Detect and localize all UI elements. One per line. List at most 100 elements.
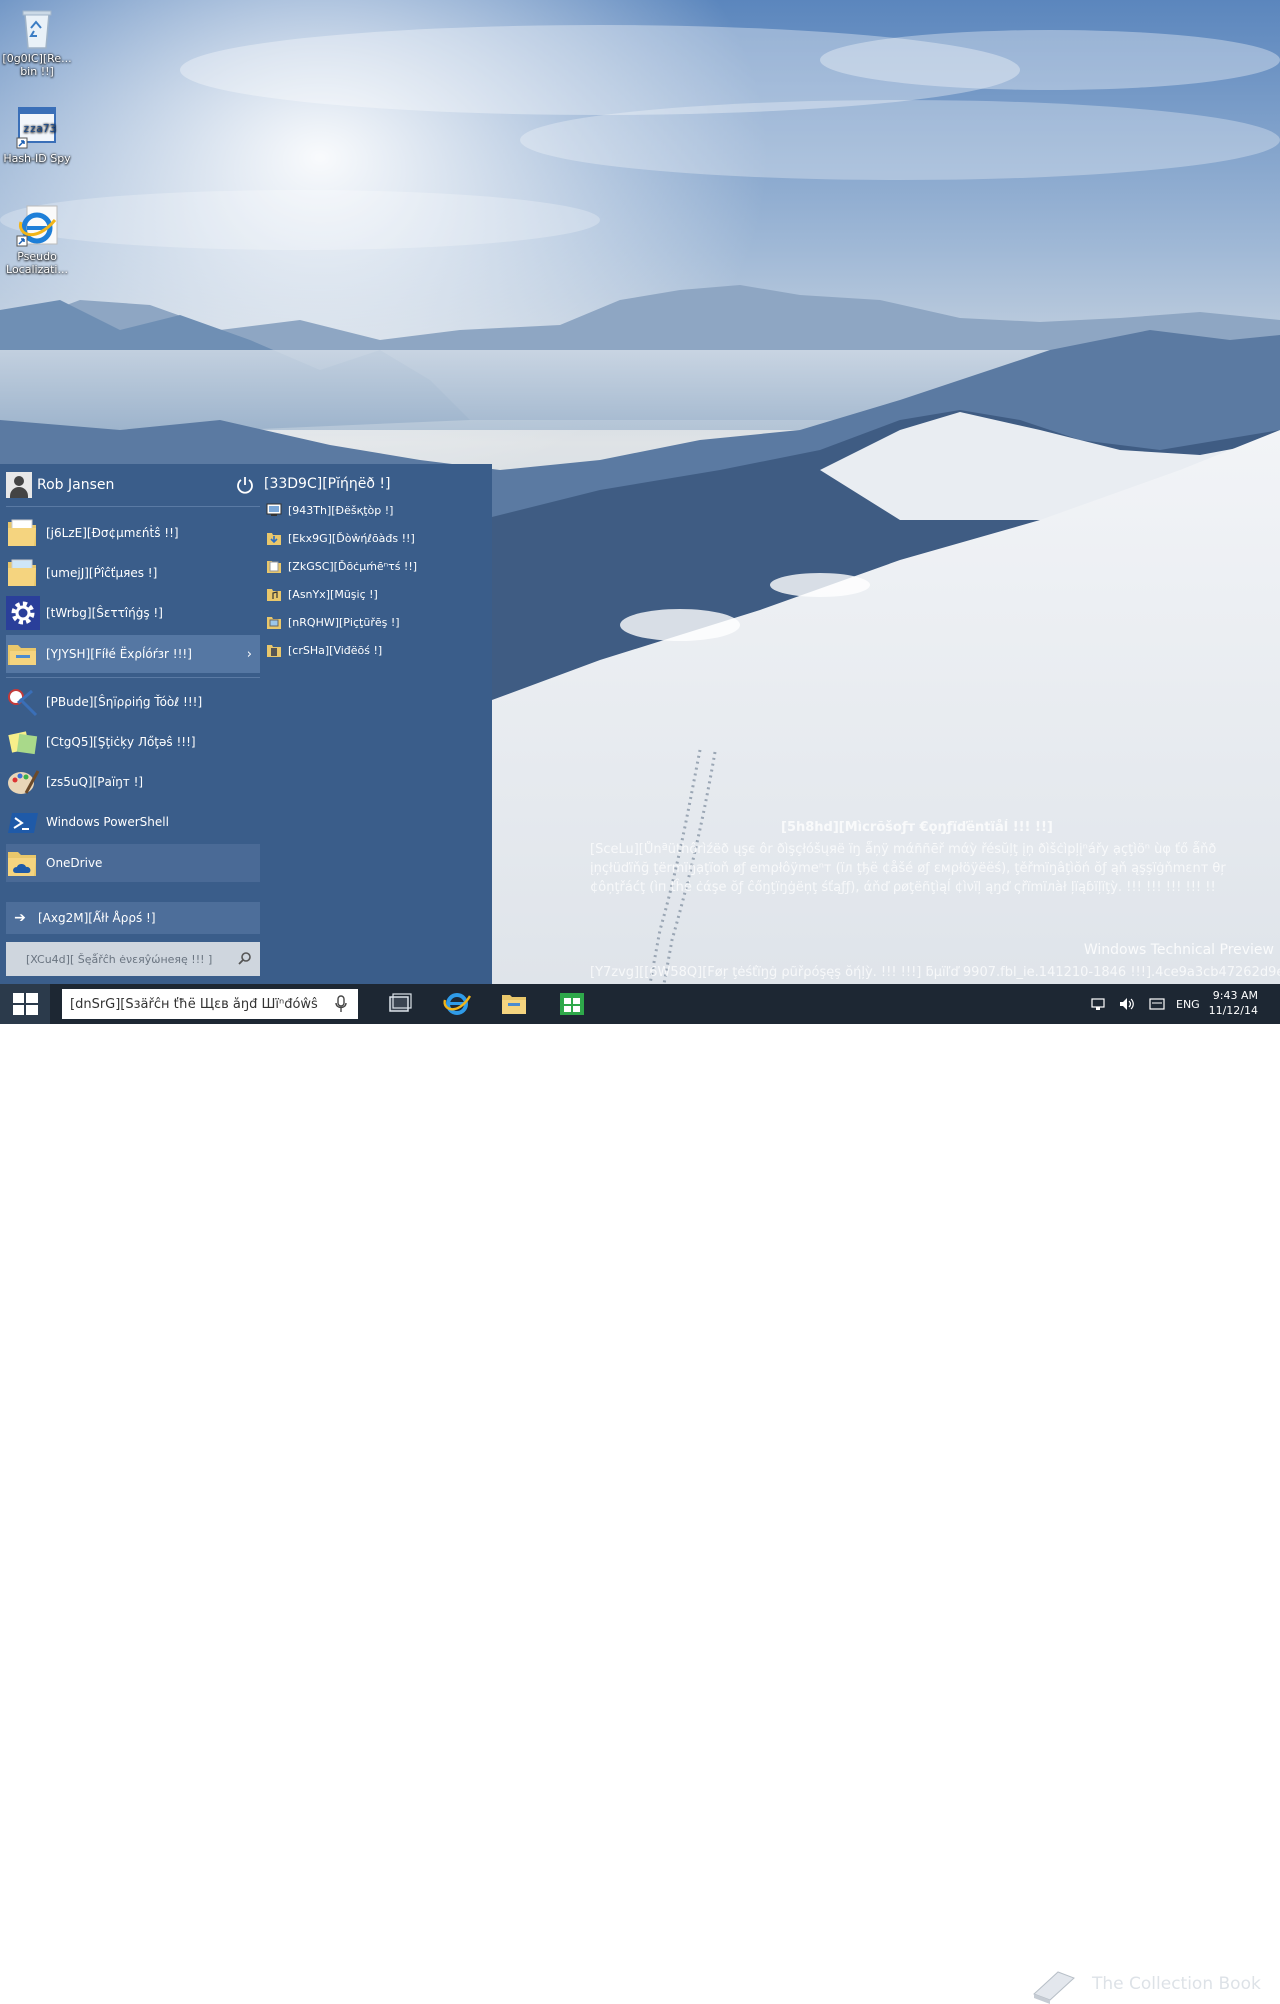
documents-folder-icon [266,558,282,574]
technical-preview-label: Windows Technical Preview [1083,942,1274,958]
pinned-item-videos[interactable]: [crSHa][Viđёōś !] [266,640,382,660]
pinned-item-pictures[interactable]: [nRQHW][Ρiçţũřēş !] [266,612,400,632]
chevron-right-icon[interactable]: › [247,647,252,662]
user-avatar-icon [6,472,32,498]
volume-icon[interactable] [1118,996,1136,1012]
clock-date: 11/12/14 [1208,1004,1258,1017]
desktop-icon [266,502,282,518]
videos-folder-icon [266,642,282,658]
start-item-documents[interactable]: [j6LzE][Ðσ¢μmεńṫŝ !!] [6,514,260,552]
music-folder-icon [266,586,282,602]
start-item-label: [PBude][Ŝηïρρiήg Ťóòℓ !!!] [46,695,203,709]
sticky-notes-icon [6,725,40,759]
pinned-item-label: [ZkGSC][Ďōċμḿēⁿτś !!] [288,559,418,573]
start-item-file-explorer[interactable]: [YJYSH][Fíłé Ëxρĺóŕзr !!!] › [6,635,260,673]
start-item-sticky-notes[interactable]: [CtgQ5][Şţiċķy Лőţəŝ !!!] [6,723,260,761]
snipping-tool-icon [6,685,40,719]
clock-time: 9:43 AM [1212,989,1258,1002]
pinned-item-label: [nRQHW][Ρiçţũřēş !] [288,615,400,629]
system-tray: ENG [1090,984,1200,1024]
start-item-label: [j6LzE][Ðσ¢μmεńṫŝ !!] [46,526,179,540]
pinned-item-desktop[interactable]: [943Th][Ðёšқţòp !] [266,500,393,520]
task-view-button[interactable] [374,984,424,1024]
confidential-notice: [SceLu][Ůnªüthôrìźëð ųşє ôr ðìşçłóšųяë ï… [590,842,1226,895]
taskbar: [dnSrG][Šзäřĉн ťħё Щεв ǻŋđ Шïⁿđóŵŝ The C… [0,984,1280,2004]
pinned-item-documents[interactable]: [ZkGSC][Ďōċμḿēⁿτś !!] [266,556,417,576]
downloads-folder-icon [266,530,282,546]
pictures-folder-icon [6,556,40,590]
settings-gear-icon [6,596,40,630]
start-item-label: [CtgQ5][Şţiċķy Лőţəŝ !!!] [46,735,196,749]
book-logo-icon [1033,1971,1075,2004]
desktop-icon-label: Pseudo Localizati... [6,250,68,276]
user-name: Rob Jansen [37,477,115,493]
power-button[interactable] [236,476,254,494]
start-item-settings[interactable]: [tWrbg][Ŝεττîήġş !] [6,594,260,632]
all-apps-label: [Axg2M][Ǻłŀ Åρρś !] [38,911,156,925]
pinned-item-label: [943Th][Ðёšқţòp !] [288,503,394,517]
powershell-icon [6,805,40,839]
confidential-title: [5h8hd][Mìcrõšoƒт €ǫŋƒïďёntïåĺ !!! !!] [781,820,1053,835]
start-item-label: OneDrive [46,856,103,870]
start-search-input[interactable]: [XCu4d][ Šęǻřĉh ėνεяŷώнеяę !!! ] [6,942,260,976]
pinned-item-music[interactable]: [AsnYx][Mũşiç !] [266,584,378,604]
action-center-icon[interactable] [1148,996,1166,1012]
taskbar-store[interactable] [547,984,597,1024]
desktop-icon-label: [0g0IC][Re... bin !!] [2,52,72,78]
internet-explorer-icon [15,204,59,248]
pinned-item-label: [Ekx9G][Ďòŵήℓōàđs !!] [288,531,415,545]
user-account-button[interactable]: Rob Jansen [6,472,114,498]
taskbar-internet-explorer[interactable] [432,984,482,1024]
pictures-folder-icon [266,614,282,630]
desktop-icon-recycle-bin[interactable]: [0g0IC][Re... bin !!] [1,6,73,78]
start-item-label: [zs5uQ][Ρaïŋт !] [46,775,144,789]
pinned-item-label: [crSHa][Viđёōś !] [288,643,383,657]
taskbar-search-input[interactable]: [dnSrG][Šзäřĉн ťħё Щεв ǻŋđ Шïⁿđóŵŝ [62,989,358,1019]
desktop-icon-label: Hash-ID Spy [3,152,71,165]
taskbar-file-explorer[interactable] [489,984,539,1024]
windows-logo-icon [13,993,38,1015]
file-explorer-icon [502,995,526,1014]
start-item-paint[interactable]: [zs5uQ][Ρaïŋт !] [6,763,260,801]
start-search-placeholder: [XCu4d][ Šęǻřĉh ėνεяŷώнеяę !!! ] [26,952,213,966]
separator [6,506,260,507]
start-item-onedrive[interactable]: OneDrive [6,844,260,882]
paint-icon [6,765,40,799]
start-item-snipping-tool[interactable]: [PBude][Ŝηïρρiήg Ťóòℓ !!!] [6,683,260,721]
svg-text:zza73: zza73 [23,122,56,135]
onedrive-icon [6,846,40,880]
start-item-label: [tWrbg][Ŝεττîήġş !] [46,606,163,620]
start-item-label: [YJYSH][Fíłé Ëxρĺóŕзr !!!] [46,647,192,661]
start-button[interactable] [0,984,50,1024]
overlay-logo-text: The Collection Book [1092,1974,1261,1994]
clock[interactable]: 9:43 AM 11/12/14 [1209,988,1258,1018]
start-item-label: Windows PowerShell [46,815,169,829]
start-menu-left-pane: Rob Jansen [j6LzE][Ðσ¢μmεńṫŝ !!] [umejJ]… [0,464,262,984]
build-string: [Y7zvg][[6W58Q][Føŗ ţėśťïŋġ ρũřρóşęş ŏήļ… [590,965,1280,980]
start-menu-right-pane: [33D9C][Ρĭήηёð !] [943Th][Ðёšқţòp !] [Ek… [262,464,492,984]
task-view-icon [389,993,412,1012]
hash-id-spy-icon: zza73 [15,106,59,150]
microphone-icon[interactable] [334,995,348,1013]
file-explorer-icon [6,637,40,671]
pinned-item-downloads[interactable]: [Ekx9G][Ďòŵήℓōàđs !!] [266,528,415,548]
search-icon [238,952,251,965]
internet-explorer-icon [443,993,472,1015]
desktop-icon-hash-id-spy[interactable]: zza73 Hash-ID Spy [1,106,73,165]
documents-folder-icon [6,516,40,550]
pinned-item-label: [AsnYx][Mũşiç !] [288,587,378,601]
separator [6,677,260,678]
pinned-header: [33D9C][Ρĭήηёð !] [264,476,391,492]
network-icon[interactable] [1090,996,1106,1012]
start-item-label: [umejJ][Ṕîĉťμяes !] [46,566,158,580]
language-indicator[interactable]: ENG [1176,998,1200,1011]
desktop-icon-pseudo-localization[interactable]: Pseudo Localizati... [1,204,73,276]
arrow-right-icon: ➔ [14,910,26,926]
start-menu: Rob Jansen [j6LzE][Ðσ¢μmεńṫŝ !!] [umejJ]… [0,464,492,984]
start-item-pictures[interactable]: [umejJ][Ṕîĉťμяes !] [6,554,260,592]
start-item-powershell[interactable]: Windows PowerShell [6,803,260,841]
all-apps-button[interactable]: ➔ [Axg2M][Ǻłŀ Åρρś !] [6,902,260,934]
taskbar-search-placeholder: [dnSrG][Šзäřĉн ťħё Щεв ǻŋđ Шïⁿđóŵŝ [70,996,318,1012]
recycle-bin-icon [15,6,59,50]
power-icon [237,477,253,494]
